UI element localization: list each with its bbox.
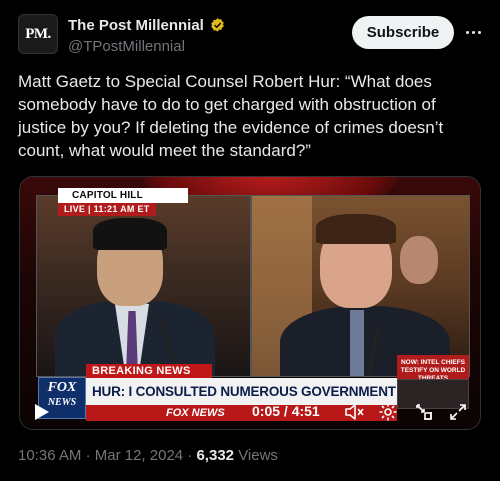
fullscreen-icon[interactable]: [448, 402, 468, 422]
tweet-time[interactable]: 10:36 AM: [18, 447, 81, 464]
views-label: Views: [238, 447, 278, 464]
tweet-meta: 10:36 AM · Mar 12, 2024 · 6,332 Views: [18, 447, 278, 464]
account-name[interactable]: The Post Millennial: [68, 17, 204, 34]
location-tag: CAPITOL HILL: [58, 188, 188, 203]
video-time: 0:05 / 4:51: [252, 403, 320, 419]
views-count: 6,332: [196, 447, 235, 464]
tweet-header: PM. The Post Millennial @TPostMillennial…: [18, 14, 484, 58]
video-player[interactable]: CAPITOL HILL LIVE | 11:21 AM ET NOW: INT…: [19, 176, 481, 430]
play-icon[interactable]: [34, 403, 50, 421]
tweet-text: Matt Gaetz to Special Counsel Robert Hur…: [18, 72, 444, 160]
video-controls: 0:05 / 4:51: [20, 391, 480, 429]
subscribe-button[interactable]: Subscribe: [352, 16, 454, 49]
avatar[interactable]: PM.: [18, 14, 58, 54]
video-right-feed: [251, 195, 470, 377]
tweet-date[interactable]: Mar 12, 2024: [95, 447, 183, 464]
meta-separator: ·: [85, 447, 91, 464]
name-row: The Post Millennial: [68, 17, 226, 34]
video-left-feed: [36, 195, 251, 377]
volume-muted-icon[interactable]: [344, 402, 364, 422]
verified-badge-icon: [211, 18, 224, 32]
settings-gear-icon[interactable]: [378, 402, 398, 422]
side-news-box: NOW: INTEL CHIEFS TESTIFY ON WORLD THREA…: [397, 355, 469, 382]
account-handle[interactable]: @TPostMillennial: [68, 38, 185, 55]
meta-separator: ·: [187, 447, 193, 464]
picture-in-picture-icon[interactable]: [414, 402, 434, 422]
breaking-news-banner: BREAKING NEWS: [86, 364, 212, 378]
more-options-icon[interactable]: [462, 22, 484, 42]
live-tag: LIVE | 11:21 AM ET: [58, 203, 156, 216]
